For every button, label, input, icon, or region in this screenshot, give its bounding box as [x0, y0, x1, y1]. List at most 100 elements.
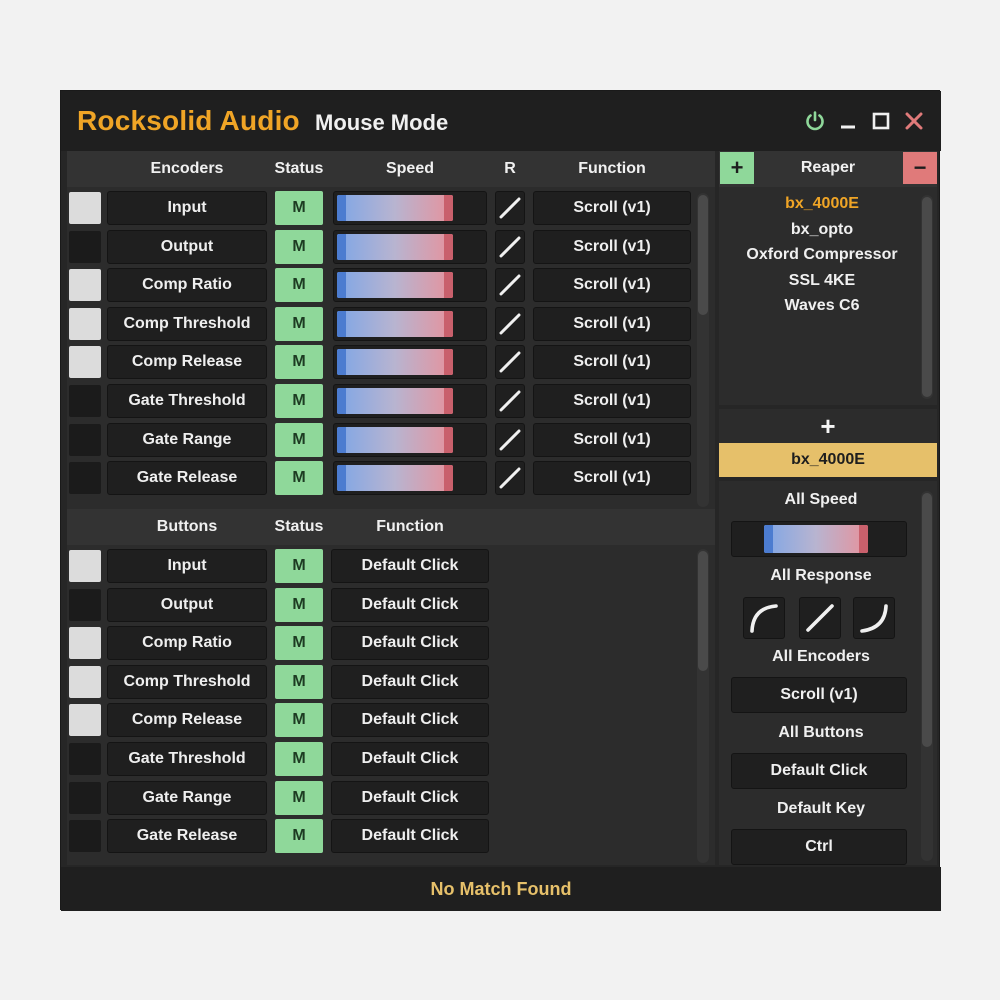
speed-max-handle[interactable] [444, 426, 453, 453]
encoder-speed-slider[interactable] [333, 384, 487, 418]
encoder-function-select[interactable]: Scroll (v1) [533, 229, 691, 264]
button-name[interactable]: Output [107, 587, 267, 622]
encoder-response-button[interactable] [495, 461, 525, 496]
all-buttons-function-select[interactable]: Default Click [731, 753, 907, 789]
encoder-name[interactable]: Comp Release [107, 345, 267, 380]
button-select-toggle[interactable] [69, 781, 101, 814]
encoder-status-badge[interactable]: M [275, 306, 323, 341]
button-function-select[interactable]: Default Click [331, 780, 489, 815]
encoder-speed-range[interactable] [337, 272, 453, 299]
speed-min-handle[interactable] [337, 272, 346, 299]
encoder-function-select[interactable]: Scroll (v1) [533, 422, 691, 457]
encoder-speed-range[interactable] [337, 465, 453, 492]
button-name[interactable]: Comp Ratio [107, 626, 267, 661]
speed-min-handle[interactable] [337, 465, 346, 492]
encoder-function-select[interactable]: Scroll (v1) [533, 384, 691, 418]
encoder-function-select[interactable]: Scroll (v1) [533, 345, 691, 380]
encoder-speed-range[interactable] [337, 310, 453, 337]
maximize-button[interactable] [869, 109, 893, 133]
button-status-badge[interactable]: M [275, 664, 323, 699]
button-name[interactable]: Comp Release [107, 703, 267, 738]
all-speed-max-handle[interactable] [859, 525, 868, 553]
button-status-badge[interactable]: M [275, 780, 323, 815]
button-status-badge[interactable]: M [275, 549, 323, 583]
encoder-name[interactable]: Comp Ratio [107, 268, 267, 303]
speed-max-handle[interactable] [444, 349, 453, 376]
plugin-list-item[interactable]: bx_opto [719, 221, 925, 239]
button-select-toggle[interactable] [69, 627, 101, 660]
plugin-list-item[interactable]: SSL 4KE [719, 272, 925, 290]
all-speed-slider[interactable] [731, 521, 907, 557]
speed-min-handle[interactable] [337, 349, 346, 376]
encoder-response-button[interactable] [495, 306, 525, 341]
add-plugin-button[interactable]: + [719, 409, 937, 443]
encoder-response-button[interactable] [495, 191, 525, 225]
speed-max-handle[interactable] [444, 310, 453, 337]
encoder-response-button[interactable] [495, 422, 525, 457]
encoders-scrollbar-thumb[interactable] [698, 195, 708, 315]
encoder-select-toggle[interactable] [69, 385, 101, 417]
power-button[interactable] [803, 109, 827, 133]
encoder-speed-range[interactable] [337, 233, 453, 260]
add-daw-button[interactable]: + [720, 152, 754, 184]
speed-max-handle[interactable] [444, 233, 453, 260]
encoder-speed-slider[interactable] [333, 229, 487, 264]
speed-max-handle[interactable] [444, 195, 453, 221]
encoder-name[interactable]: Gate Range [107, 422, 267, 457]
all-encoders-function-select[interactable]: Scroll (v1) [731, 677, 907, 713]
plugin-list-item[interactable]: bx_4000E [719, 195, 925, 213]
speed-min-handle[interactable] [337, 388, 346, 414]
button-function-select[interactable]: Default Click [331, 549, 489, 583]
encoder-speed-slider[interactable] [333, 422, 487, 457]
remove-daw-button[interactable]: − [903, 152, 937, 184]
close-button[interactable] [902, 109, 926, 133]
encoder-status-badge[interactable]: M [275, 384, 323, 418]
encoder-speed-slider[interactable] [333, 345, 487, 380]
encoder-select-toggle[interactable] [69, 423, 101, 456]
encoder-response-button[interactable] [495, 345, 525, 380]
all-speed-min-handle[interactable] [764, 525, 773, 553]
speed-min-handle[interactable] [337, 310, 346, 337]
encoder-status-badge[interactable]: M [275, 229, 323, 264]
button-function-select[interactable]: Default Click [331, 587, 489, 622]
button-select-toggle[interactable] [69, 820, 101, 853]
global-settings-scrollbar[interactable] [921, 491, 933, 861]
button-select-toggle[interactable] [69, 743, 101, 775]
button-select-toggle[interactable] [69, 588, 101, 621]
encoder-function-select[interactable]: Scroll (v1) [533, 268, 691, 303]
response-exp-button[interactable] [853, 597, 895, 639]
button-function-select[interactable]: Default Click [331, 819, 489, 854]
speed-max-handle[interactable] [444, 465, 453, 492]
encoder-select-toggle[interactable] [69, 192, 101, 224]
encoder-status-badge[interactable]: M [275, 461, 323, 496]
encoder-speed-slider[interactable] [333, 461, 487, 496]
buttons-scrollbar-thumb[interactable] [698, 551, 708, 671]
speed-min-handle[interactable] [337, 195, 346, 221]
response-linear-button[interactable] [799, 597, 841, 639]
button-select-toggle[interactable] [69, 550, 101, 582]
encoder-speed-range[interactable] [337, 388, 453, 414]
encoder-response-button[interactable] [495, 268, 525, 303]
encoder-speed-range[interactable] [337, 349, 453, 376]
encoder-speed-slider[interactable] [333, 191, 487, 225]
encoder-speed-slider[interactable] [333, 306, 487, 341]
encoder-name[interactable]: Gate Release [107, 461, 267, 496]
button-status-badge[interactable]: M [275, 587, 323, 622]
all-speed-slider-range[interactable] [764, 525, 868, 553]
button-status-badge[interactable]: M [275, 742, 323, 776]
encoder-status-badge[interactable]: M [275, 191, 323, 225]
encoder-response-button[interactable] [495, 384, 525, 418]
speed-max-handle[interactable] [444, 388, 453, 414]
encoder-select-toggle[interactable] [69, 307, 101, 340]
button-status-badge[interactable]: M [275, 819, 323, 854]
encoder-name[interactable]: Output [107, 229, 267, 264]
plugin-list-item[interactable]: Waves C6 [719, 297, 925, 315]
encoder-response-button[interactable] [495, 229, 525, 264]
button-name[interactable]: Gate Range [107, 780, 267, 815]
plugin-list-item[interactable]: Oxford Compressor [719, 246, 925, 264]
button-function-select[interactable]: Default Click [331, 664, 489, 699]
encoder-function-select[interactable]: Scroll (v1) [533, 461, 691, 496]
encoder-status-badge[interactable]: M [275, 422, 323, 457]
button-name[interactable]: Gate Release [107, 819, 267, 854]
button-name[interactable]: Input [107, 549, 267, 583]
